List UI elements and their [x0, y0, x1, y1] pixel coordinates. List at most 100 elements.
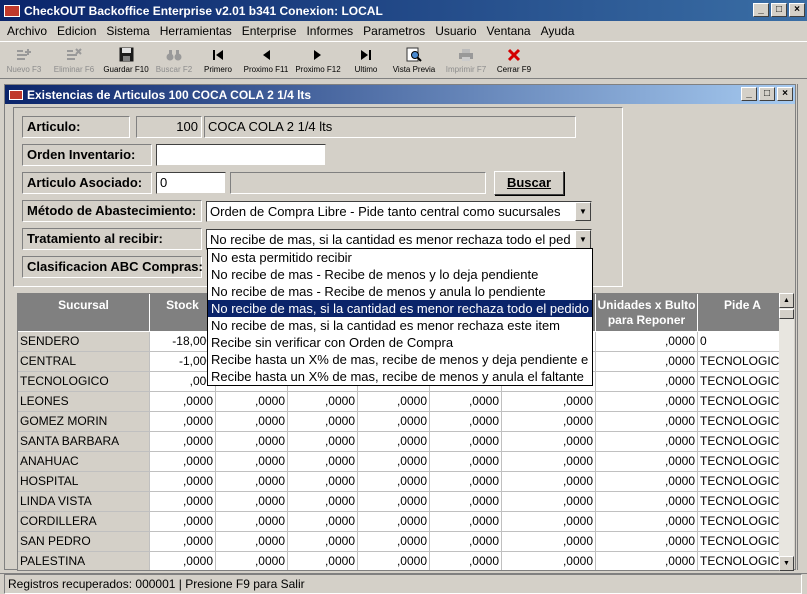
buscar-button[interactable]: Buscar	[494, 171, 564, 195]
table-row[interactable]: SAN PEDRO ,0000,0000,0000,0000,0000,0000,…	[18, 532, 788, 552]
cell-col-5[interactable]: ,0000	[358, 492, 430, 512]
cell-col-6[interactable]: ,0000	[430, 532, 502, 552]
cell-stock[interactable]: ,0000	[150, 472, 216, 492]
cell-stock[interactable]: ,0000	[150, 532, 216, 552]
cell-col-6[interactable]: ,0000	[430, 452, 502, 472]
cell-unidades-bulto[interactable]: ,0000	[596, 432, 698, 452]
table-row[interactable]: PALESTINA ,0000,0000,0000,0000,0000,0000,…	[18, 552, 788, 570]
cell-pide-a[interactable]: TECNOLOGICO	[698, 432, 788, 452]
cell-pide-a[interactable]: TECNOLOGICO	[698, 512, 788, 532]
cell-col-6[interactable]: ,0000	[430, 512, 502, 532]
cell-col-3[interactable]: ,0000	[216, 472, 288, 492]
dropdown-option[interactable]: Recibe hasta un X% de mas, recibe de men…	[208, 351, 592, 368]
grid-vertical-scrollbar[interactable]: ▲ ▼	[779, 293, 794, 571]
cell-col-7[interactable]: ,0000	[502, 452, 596, 472]
app-title-bar[interactable]: CheckOUT Backoffice Enterprise v2.01 b34…	[0, 0, 807, 21]
cell-pide-a[interactable]: TECNOLOGICO	[698, 492, 788, 512]
print-button[interactable]: Imprimir F7	[440, 42, 492, 78]
cell-col-4[interactable]: ,0000	[288, 532, 358, 552]
cell-col-7[interactable]: ,0000	[502, 552, 596, 570]
cell-col-4[interactable]: ,0000	[288, 512, 358, 532]
cell-pide-a[interactable]: TECNOLOGICO	[698, 552, 788, 570]
cell-col-7[interactable]: ,0000	[502, 432, 596, 452]
child-maximize-button[interactable]: □	[759, 87, 775, 101]
tratamiento-recibir-select[interactable]: No recibe de mas, si la cantidad es meno…	[206, 229, 592, 250]
cell-col-6[interactable]: ,0000	[430, 552, 502, 570]
chevron-down-icon[interactable]: ▼	[575, 202, 591, 221]
cell-col-5[interactable]: ,0000	[358, 432, 430, 452]
last-button[interactable]: Ultimo	[344, 42, 388, 78]
cell-stock[interactable]: ,0000	[150, 432, 216, 452]
scroll-up-icon[interactable]: ▲	[779, 293, 794, 308]
close-form-button[interactable]: Cerrar F9	[492, 42, 536, 78]
cell-unidades-bulto[interactable]: ,0000	[596, 512, 698, 532]
table-row[interactable]: ANAHUAC ,0000,0000,0000,0000,0000,0000,00…	[18, 452, 788, 472]
menu-ayuda[interactable]: Ayuda	[536, 24, 580, 38]
cell-col-3[interactable]: ,0000	[216, 512, 288, 532]
column-header-unidades-bulto[interactable]: Unidades x Bulto para Reponer	[596, 294, 698, 332]
cell-unidades-bulto[interactable]: ,0000	[596, 392, 698, 412]
cell-unidades-bulto[interactable]: ,0000	[596, 532, 698, 552]
dropdown-option[interactable]: Recibe sin verificar con Orden de Compra	[208, 334, 592, 351]
dropdown-option[interactable]: No recibe de mas - Recibe de menos y lo …	[208, 266, 592, 283]
cell-pide-a[interactable]: TECNOLOGICO	[698, 412, 788, 432]
cell-col-6[interactable]: ,0000	[430, 492, 502, 512]
cell-pide-a[interactable]: TECNOLOGICO	[698, 472, 788, 492]
metodo-abastecimiento-select[interactable]: Orden de Compra Libre - Pide tanto centr…	[206, 201, 592, 222]
cell-col-5[interactable]: ,0000	[358, 552, 430, 570]
cell-col-3[interactable]: ,0000	[216, 452, 288, 472]
cell-col-6[interactable]: ,0000	[430, 392, 502, 412]
menu-herramientas[interactable]: Herramientas	[155, 24, 237, 38]
menu-archivo[interactable]: Archivo	[2, 24, 52, 38]
next-button[interactable]: Proximo F12	[292, 42, 344, 78]
cell-col-5[interactable]: ,0000	[358, 472, 430, 492]
table-row[interactable]: LEONES ,0000,0000,0000,0000,0000,0000,000…	[18, 392, 788, 412]
dropdown-option[interactable]: No esta permitido recibir	[208, 249, 592, 266]
cell-col-6[interactable]: ,0000	[430, 432, 502, 452]
menu-edicion[interactable]: Edicion	[52, 24, 101, 38]
menu-informes[interactable]: Informes	[301, 24, 358, 38]
table-row[interactable]: CORDILLERA ,0000,0000,0000,0000,0000,0000…	[18, 512, 788, 532]
cell-stock[interactable]: ,0000	[150, 552, 216, 570]
dropdown-option[interactable]: Recibe hasta un X% de mas, recibe de men…	[208, 368, 592, 385]
cell-col-3[interactable]: ,0000	[216, 492, 288, 512]
cell-col-4[interactable]: ,0000	[288, 392, 358, 412]
cell-unidades-bulto[interactable]: ,0000	[596, 472, 698, 492]
cell-col-7[interactable]: ,0000	[502, 512, 596, 532]
orden-inventario-input[interactable]	[156, 144, 326, 166]
dropdown-option[interactable]: No recibe de mas, si la cantidad es meno…	[208, 317, 592, 334]
cell-col-7[interactable]: ,0000	[502, 472, 596, 492]
cell-col-5[interactable]: ,0000	[358, 392, 430, 412]
cell-unidades-bulto[interactable]: ,0000	[596, 372, 698, 392]
cell-col-7[interactable]: ,0000	[502, 492, 596, 512]
cell-pide-a[interactable]: 0	[698, 332, 788, 352]
cell-col-5[interactable]: ,0000	[358, 412, 430, 432]
cell-unidades-bulto[interactable]: ,0000	[596, 452, 698, 472]
cell-unidades-bulto[interactable]: ,0000	[596, 412, 698, 432]
cell-col-5[interactable]: ,0000	[358, 512, 430, 532]
cell-unidades-bulto[interactable]: ,0000	[596, 352, 698, 372]
cell-stock[interactable]: ,0000	[150, 512, 216, 532]
maximize-button[interactable]: □	[771, 3, 787, 17]
child-close-button[interactable]: ×	[777, 87, 793, 101]
cell-col-5[interactable]: ,0000	[358, 532, 430, 552]
cell-stock[interactable]: ,0000	[150, 452, 216, 472]
dropdown-option-selected[interactable]: No recibe de mas, si la cantidad es meno…	[208, 300, 592, 317]
cell-pide-a[interactable]: TECNOLOGICO	[698, 372, 788, 392]
menu-usuario[interactable]: Usuario	[430, 24, 481, 38]
cell-col-3[interactable]: ,0000	[216, 532, 288, 552]
chevron-down-icon[interactable]: ▼	[575, 230, 591, 249]
table-row[interactable]: SANTA BARBARA ,0000,0000,0000,0000,0000,0…	[18, 432, 788, 452]
cell-col-4[interactable]: ,0000	[288, 492, 358, 512]
cell-col-3[interactable]: ,0000	[216, 552, 288, 570]
cell-unidades-bulto[interactable]: ,0000	[596, 332, 698, 352]
cell-col-5[interactable]: ,0000	[358, 452, 430, 472]
articulo-asociado-input[interactable]: 0	[156, 172, 226, 194]
cell-col-3[interactable]: ,0000	[216, 412, 288, 432]
search-button[interactable]: Buscar F2	[152, 42, 196, 78]
cell-pide-a[interactable]: TECNOLOGICO	[698, 392, 788, 412]
cell-stock[interactable]: ,0000	[150, 492, 216, 512]
cell-col-4[interactable]: ,0000	[288, 452, 358, 472]
cell-col-4[interactable]: ,0000	[288, 552, 358, 570]
cell-col-7[interactable]: ,0000	[502, 532, 596, 552]
